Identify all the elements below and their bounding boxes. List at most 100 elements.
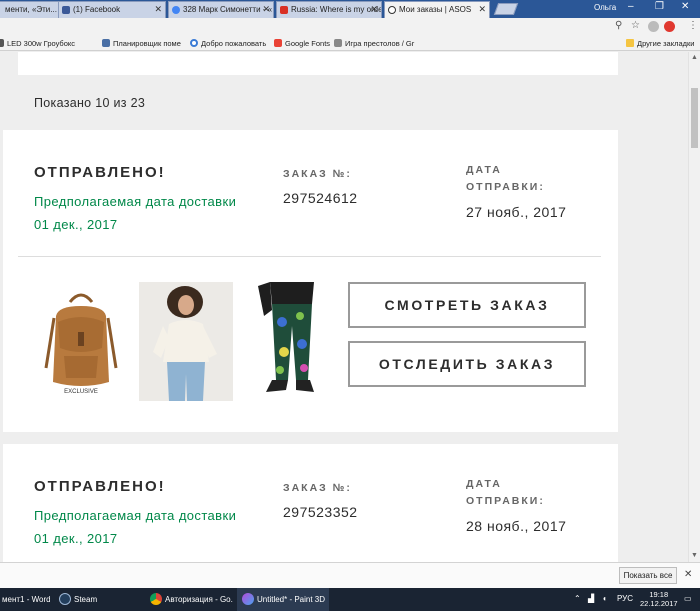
tab-item-gmail[interactable]: Russia: Where is my orde ✕ <box>276 1 382 18</box>
bookmark-label: Планировщик поме <box>113 39 181 48</box>
taskbar-label: Steam <box>74 595 98 604</box>
browser-tab-strip: менти, «Эти... ✕ (1) Facebook ✕ 328 Марк… <box>0 0 700 18</box>
adblock-icon[interactable] <box>664 21 675 32</box>
window-close-icon[interactable]: ✕ <box>681 1 689 12</box>
tab-close-icon[interactable]: ✕ <box>478 4 486 15</box>
ship-date: 27 нояб., 2017 <box>466 204 567 220</box>
other-bookmarks[interactable]: Другие закладки <box>626 39 694 48</box>
bookmark-item[interactable]: Google Fonts <box>274 39 330 48</box>
chrome-icon <box>150 593 162 605</box>
bookmark-label: Добро пожаловать <box>201 39 267 48</box>
new-tab-button[interactable] <box>493 3 519 15</box>
product-image-sweater[interactable] <box>139 282 233 401</box>
order-number: 297524612 <box>283 190 358 206</box>
product-image-trousers[interactable] <box>244 282 338 401</box>
order-status: ОТПРАВЛЕНО! <box>34 478 166 495</box>
browser-toolbar: ⚲ ☆ ⋮ <box>0 18 700 36</box>
bookmark-icon <box>334 39 342 47</box>
paint3d-icon <box>242 593 254 605</box>
clock-time: 19:18 <box>649 590 669 599</box>
sweater-model-image <box>153 286 217 401</box>
ship-date-label-line1: ДАТА <box>466 164 502 176</box>
delivery-estimate-label: Предполагаемая дата доставки <box>34 508 237 523</box>
scroll-down-icon[interactable]: ▼ <box>691 552 698 559</box>
minimize-icon[interactable]: – <box>628 1 634 12</box>
zoom-icon[interactable]: ⚲ <box>615 20 622 31</box>
windows-taskbar: мент1 - Word Steam Авторизация - Go... U… <box>0 588 700 611</box>
taskbar-item-paint3d[interactable]: Untitled* - Paint 3D <box>237 588 329 611</box>
restore-icon[interactable]: ❐ <box>655 1 664 12</box>
product-image-backpack[interactable]: EXCLUSIVE <box>34 282 128 401</box>
clock-date: 22.12.2017 <box>640 599 678 608</box>
steam-icon <box>59 593 71 605</box>
taskbar-label: мент1 - Word <box>2 595 50 604</box>
bookmark-icon <box>0 39 4 47</box>
bookmark-star-icon[interactable]: ☆ <box>631 20 640 31</box>
delivery-estimate: Предполагаемая дата доставки 01 дек., 20… <box>34 190 274 236</box>
tray-expand-icon[interactable]: ⌃ <box>574 594 581 603</box>
card-divider <box>18 256 601 257</box>
bookmark-icon <box>102 39 110 47</box>
bookmark-label: LED 300w Гроубокс <box>7 39 76 48</box>
order-card: ОТПРАВЛЕНО! Предполагаемая дата доставки… <box>3 130 618 432</box>
notifications-icon[interactable]: ▭ <box>684 594 692 603</box>
taskbar-label: Untitled* - Paint 3D <box>257 595 326 604</box>
taskbar-item-word[interactable]: мент1 - Word <box>0 588 50 611</box>
bookmark-item[interactable]: LED 300w Гроубокс <box>0 39 75 48</box>
scroll-thumb[interactable] <box>691 88 698 148</box>
chrome-menu-icon[interactable]: ⋮ <box>688 20 698 31</box>
ship-date-label-line1: ДАТА <box>466 478 502 490</box>
track-order-button[interactable]: ОТСЛЕДИТЬ ЗАКАЗ <box>348 341 586 387</box>
tab-item-asos[interactable]: Мои заказы | ASOS ✕ <box>384 1 490 18</box>
network-icon[interactable]: ▟ <box>588 594 594 603</box>
taskbar-item-steam[interactable]: Steam <box>54 588 140 611</box>
volume-icon[interactable]: ◖ <box>602 594 607 603</box>
order-number-label: ЗАКАЗ №: <box>283 168 352 180</box>
shown-count: Показано 10 из 23 <box>34 96 146 110</box>
ship-date-label: ДАТА ОТПРАВКИ: <box>466 476 545 510</box>
view-order-button[interactable]: СМОТРЕТЬ ЗАКАЗ <box>348 282 586 328</box>
show-all-button[interactable]: Показать все <box>619 567 677 584</box>
bookmark-item[interactable]: Добро пожаловать <box>190 39 266 48</box>
tab-title: Russia: Where is my orde <box>291 5 382 14</box>
profile-name[interactable]: Ольга <box>594 3 616 12</box>
taskbar-clock[interactable]: 19:18 22.12.2017 <box>640 590 678 608</box>
facebook-icon <box>62 6 70 14</box>
previous-card-bottom <box>18 52 618 75</box>
order-number-label: ЗАКАЗ №: <box>283 482 352 494</box>
ship-date-label-line2: ОТПРАВКИ: <box>466 495 545 507</box>
order-card: ОТПРАВЛЕНО! Предполагаемая дата доставки… <box>3 444 618 562</box>
exclusive-label: EXCLUSIVE <box>64 389 98 395</box>
delivery-estimate-label: Предполагаемая дата доставки <box>34 194 237 209</box>
tab-close-icon[interactable]: ✕ <box>370 4 378 15</box>
google-icon <box>172 6 180 14</box>
scroll-up-icon[interactable]: ▲ <box>691 54 698 61</box>
delivery-estimate-date: 01 дек., 2017 <box>34 217 118 232</box>
bookmark-icon <box>190 39 198 47</box>
tab-item-facebook[interactable]: (1) Facebook ✕ <box>58 1 166 18</box>
page-viewport: Показано 10 из 23 ОТПРАВЛЕНО! Предполага… <box>0 52 688 562</box>
folder-icon <box>626 39 634 47</box>
tab-title: Мои заказы | ASOS <box>399 5 472 14</box>
delivery-estimate-date: 01 дек., 2017 <box>34 531 118 546</box>
extension-icon[interactable] <box>648 21 659 32</box>
gmail-icon <box>280 6 288 14</box>
tab-close-icon[interactable]: ✕ <box>154 4 162 15</box>
trousers-model-image <box>258 282 314 392</box>
page-scrollbar[interactable]: ▲ ▼ <box>688 52 700 562</box>
download-bar: Показать все ✕ <box>0 562 700 588</box>
ship-date: 28 нояб., 2017 <box>466 518 567 534</box>
tab-title: 328 Марк Симонетти - « <box>183 5 273 14</box>
bookmark-item[interactable]: Планировщик поме <box>102 39 181 48</box>
bookmark-item[interactable]: Игра престолов / Gr <box>334 39 414 48</box>
order-status: ОТПРАВЛЕНО! <box>34 164 166 181</box>
language-indicator[interactable]: РУС <box>617 594 633 603</box>
tab-item-google[interactable]: 328 Марк Симонетти - « ✕ <box>168 1 274 18</box>
close-bar-icon[interactable]: ✕ <box>684 569 692 580</box>
taskbar-label: Авторизация - Go... <box>165 595 233 604</box>
asos-icon <box>388 6 396 14</box>
taskbar-item-chrome[interactable]: Авторизация - Go... <box>145 588 233 611</box>
tab-close-icon[interactable]: ✕ <box>262 4 270 15</box>
tab-title: (1) Facebook <box>73 5 121 14</box>
google-fonts-icon <box>274 39 282 47</box>
